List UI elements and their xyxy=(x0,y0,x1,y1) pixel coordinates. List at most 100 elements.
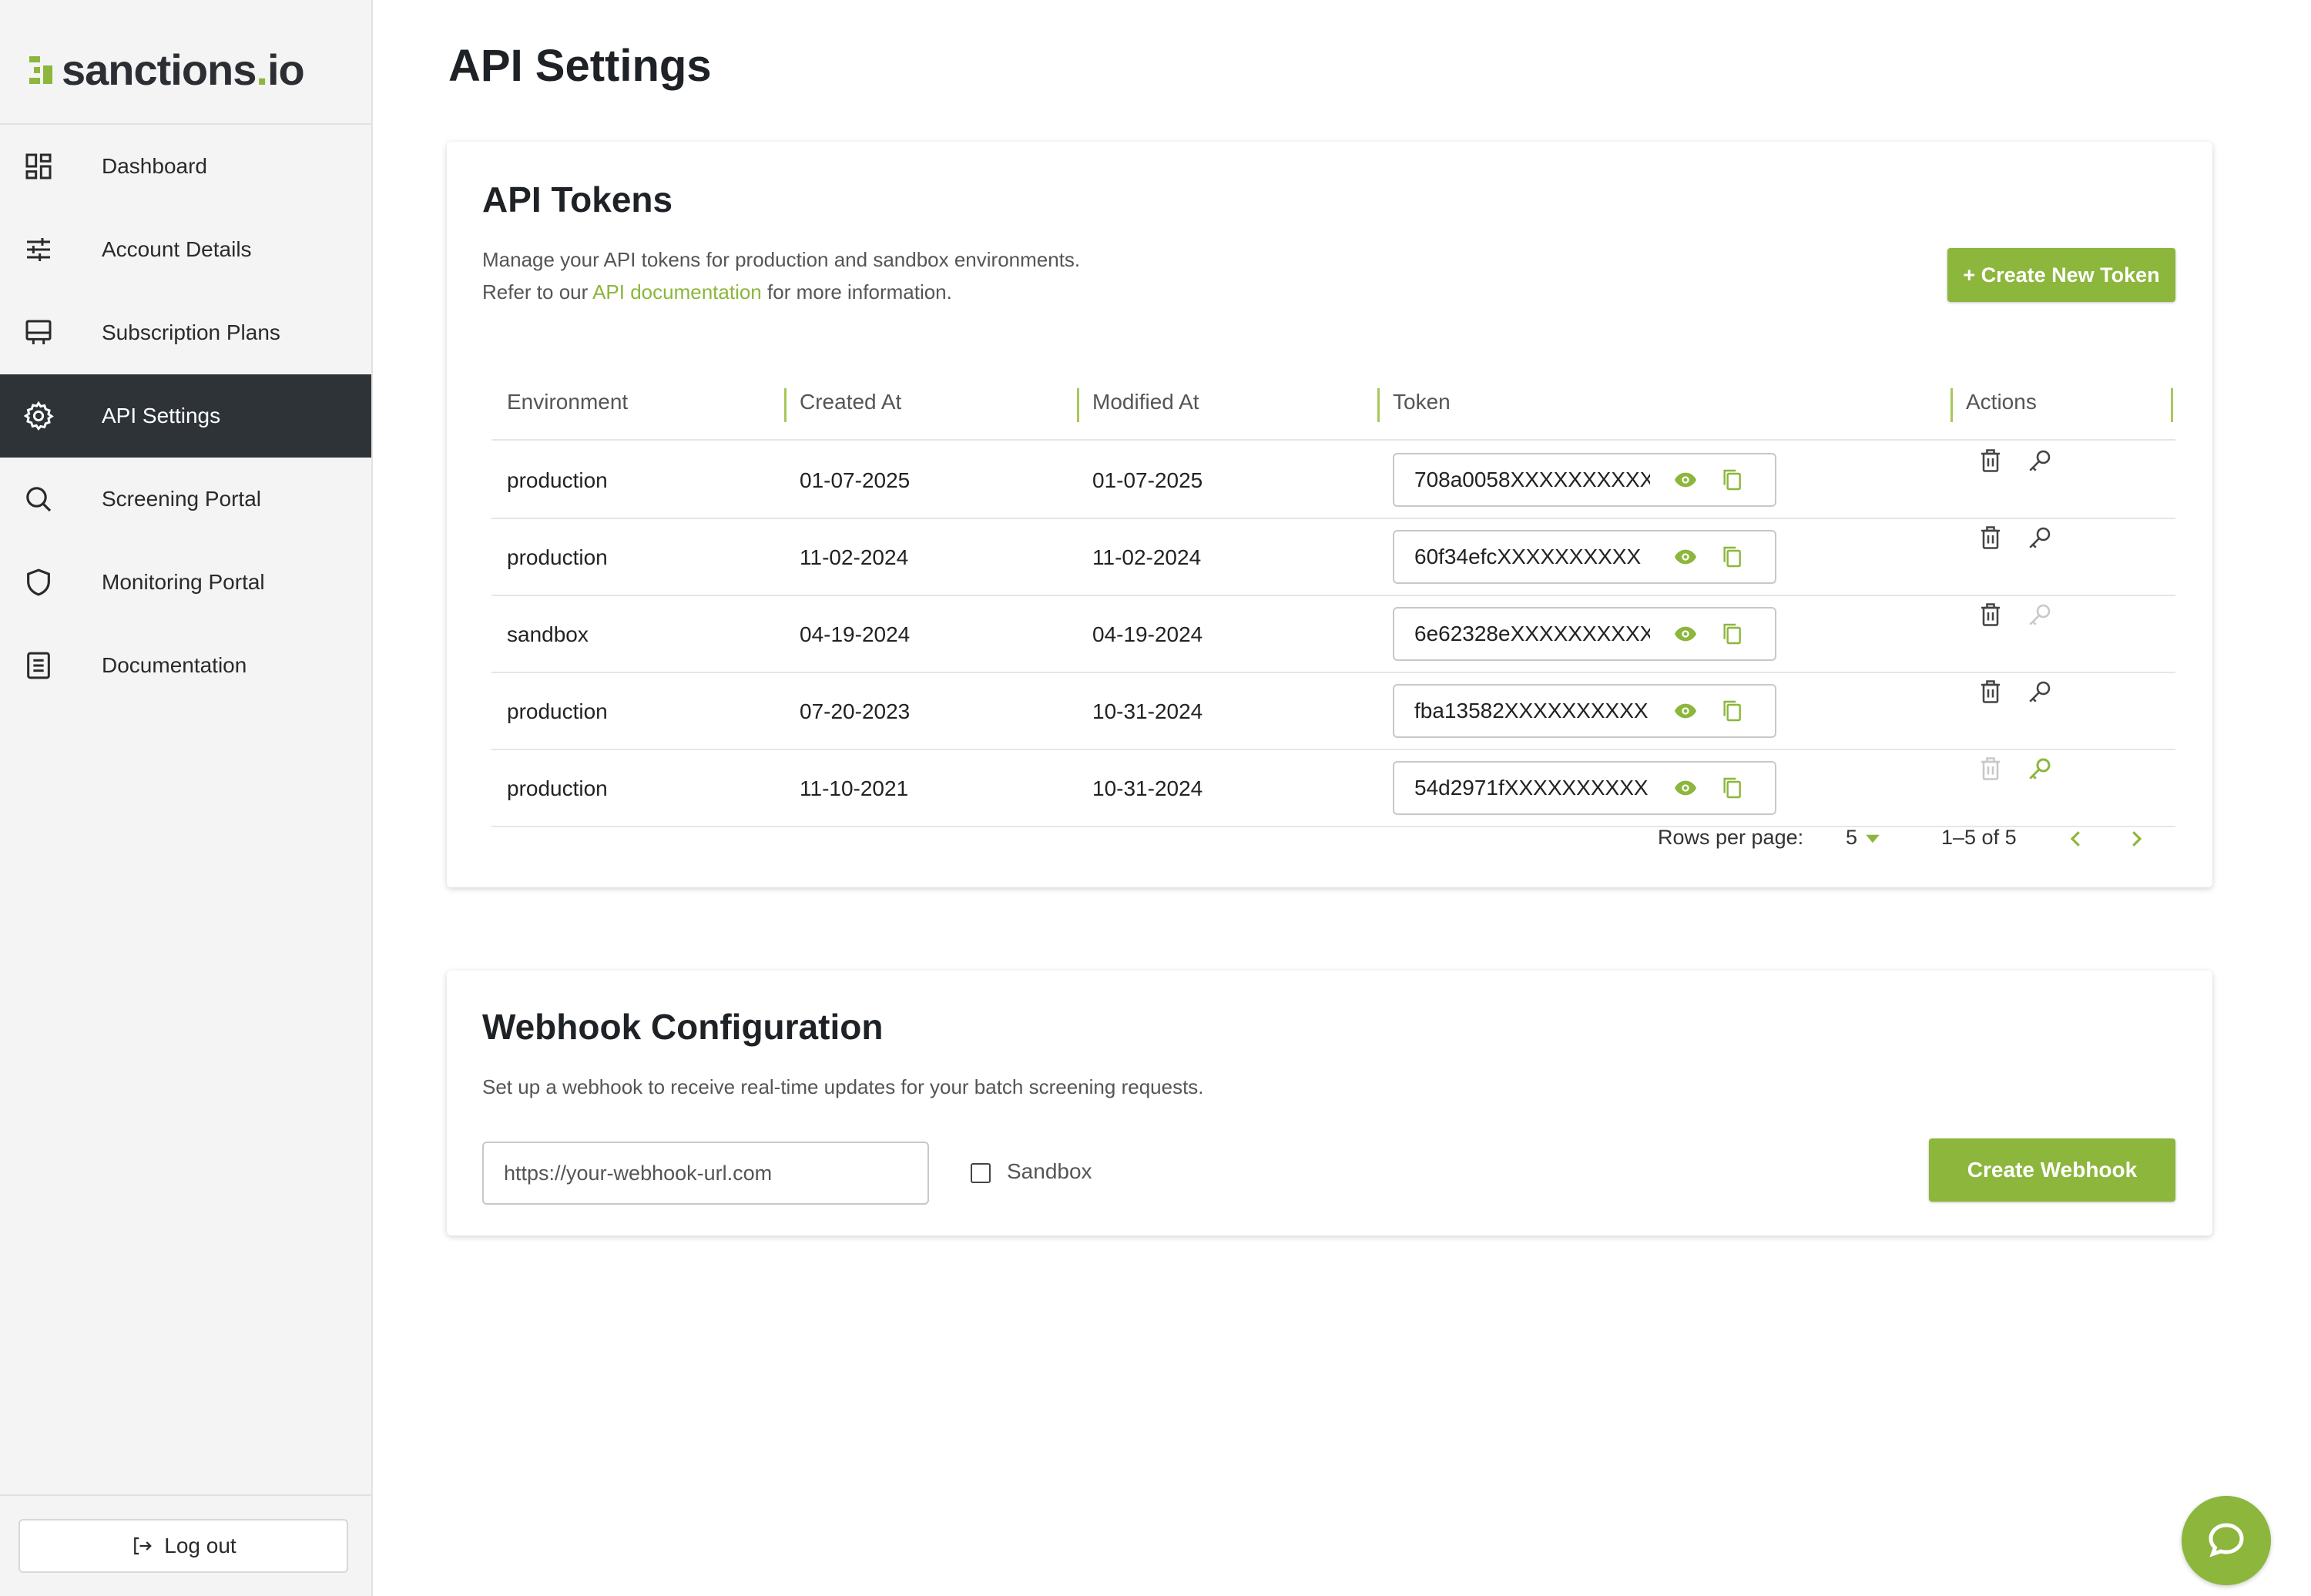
token-field[interactable]: 60f34efcXXXXXXXXXX xyxy=(1393,530,1776,584)
create-new-token-button[interactable]: + Create New Token xyxy=(1947,248,2175,302)
eye-icon[interactable] xyxy=(1673,545,1698,569)
key-icon[interactable] xyxy=(2026,445,2054,476)
api-tokens-desc-line1: Manage your API tokens for production an… xyxy=(482,248,1081,271)
document-icon xyxy=(22,649,55,682)
sidebar-item-label: Screening Portal xyxy=(102,487,262,511)
webhook-config-card: Webhook Configuration Set up a webhook t… xyxy=(447,971,2212,1236)
token-value: 60f34efcXXXXXXXXXX xyxy=(1414,545,1642,568)
token-field[interactable]: fba13582XXXXXXXXXX xyxy=(1393,684,1776,738)
api-tokens-title: API Tokens xyxy=(482,179,673,220)
sidebar-item-label: API Settings xyxy=(102,404,221,428)
eye-icon[interactable] xyxy=(1673,622,1698,646)
chat-bubble-icon xyxy=(2209,1523,2244,1557)
key-icon-active[interactable] xyxy=(2026,753,2054,784)
chevron-right-icon[interactable] xyxy=(2125,826,2148,852)
key-icon[interactable] xyxy=(2026,676,2054,707)
sidebar-item-documentation[interactable]: Documentation xyxy=(0,624,371,707)
create-webhook-button[interactable]: Create Webhook xyxy=(1929,1138,2175,1202)
brand-logo[interactable]: sanctions. io xyxy=(28,45,305,95)
cell-environment: production xyxy=(507,545,608,569)
eye-icon[interactable] xyxy=(1673,699,1698,723)
delete-icon[interactable] xyxy=(1977,599,2004,630)
copy-icon[interactable] xyxy=(1719,698,1744,724)
column-separator xyxy=(2171,388,2173,422)
token-value: 54d2971fXXXXXXXXXX xyxy=(1414,776,1649,800)
caret-down-icon[interactable] xyxy=(1864,833,1881,844)
cell-created-at: 04-19-2024 xyxy=(800,622,911,646)
logout-label: Log out xyxy=(164,1534,236,1557)
cell-created-at: 11-02-2024 xyxy=(800,545,909,569)
column-header-environment[interactable]: Environment xyxy=(507,364,628,441)
sidebar-item-api-settings[interactable]: API Settings xyxy=(0,374,371,458)
api-documentation-link[interactable]: API documentation xyxy=(592,280,762,303)
cell-created-at: 01-07-2025 xyxy=(800,468,911,492)
brand-dot: . xyxy=(256,45,268,94)
pagination-range: 1–5 of 5 xyxy=(1941,826,2017,849)
delete-icon[interactable] xyxy=(1977,676,2004,707)
sidebar-item-monitoring-portal[interactable]: Monitoring Portal xyxy=(0,541,371,624)
rows-per-page-label: Rows per page: xyxy=(1658,826,1804,849)
sandbox-checkbox[interactable] xyxy=(971,1163,991,1183)
chevron-left-icon[interactable] xyxy=(2064,826,2088,852)
desc-post: for more information. xyxy=(761,280,952,303)
sidebar-item-label: Subscription Plans xyxy=(102,320,280,344)
api-tokens-desc-line2: Refer to our API documentation for more … xyxy=(482,276,1080,308)
sidebar-item-subscription-plans[interactable]: Subscription Plans xyxy=(0,291,371,374)
token-field[interactable]: 6e62328eXXXXXXXXXX xyxy=(1393,607,1776,661)
copy-icon[interactable] xyxy=(1719,775,1744,801)
webhook-description: Set up a webhook to receive real-time up… xyxy=(482,1075,1204,1098)
sidebar-bottom-divider xyxy=(0,1494,373,1496)
eye-icon[interactable] xyxy=(1673,776,1698,800)
brand-suffix: io xyxy=(267,45,305,94)
delete-icon[interactable] xyxy=(1977,522,2004,553)
webhook-title: Webhook Configuration xyxy=(482,1007,884,1047)
sidebar: sanctions. io Dashboard Account Details S… xyxy=(0,0,373,1596)
sidebar-item-label: Dashboard xyxy=(102,154,207,178)
sidebar-item-dashboard[interactable]: Dashboard xyxy=(0,125,371,208)
table-row: sandbox 04-19-2024 04-19-2024 6e62328eXX… xyxy=(491,596,2175,673)
table-row: production 01-07-2025 01-07-2025 708a005… xyxy=(491,442,2175,519)
cell-modified-at: 11-02-2024 xyxy=(1092,545,1202,569)
copy-icon[interactable] xyxy=(1719,621,1744,647)
copy-icon[interactable] xyxy=(1719,467,1744,493)
cell-environment: production xyxy=(507,776,608,800)
cell-environment: production xyxy=(507,699,608,723)
token-field[interactable]: 54d2971fXXXXXXXXXX xyxy=(1393,761,1776,815)
card-icon xyxy=(22,316,55,350)
sidebar-item-account-details[interactable]: Account Details xyxy=(0,208,371,291)
tokens-table-header: Environment Created At Modified At Token… xyxy=(491,364,2175,441)
column-header-modified-at[interactable]: Modified At xyxy=(1092,364,1199,441)
cell-created-at: 11-10-2021 xyxy=(800,776,909,800)
sidebar-item-screening-portal[interactable]: Screening Portal xyxy=(0,458,371,541)
column-separator xyxy=(784,388,787,422)
brand-name: sanctions xyxy=(62,45,257,94)
help-chat-button[interactable] xyxy=(2182,1496,2271,1585)
brand-mark-icon xyxy=(29,55,52,84)
rows-per-page-select[interactable]: 5 xyxy=(1846,826,1857,850)
sidebar-item-label: Monitoring Portal xyxy=(102,570,265,594)
sliders-icon xyxy=(22,233,55,267)
page-title: API Settings xyxy=(448,41,712,91)
key-icon-disabled xyxy=(2029,604,2051,625)
webhook-url-input[interactable] xyxy=(482,1142,929,1205)
column-separator xyxy=(1950,388,1953,422)
eye-icon[interactable] xyxy=(1673,468,1698,492)
logout-button[interactable]: Log out xyxy=(18,1519,348,1573)
token-field[interactable]: 708a0058XXXXXXXXXX xyxy=(1393,453,1776,507)
logout-icon xyxy=(134,1537,153,1555)
api-tokens-card: API Tokens Manage your API tokens for pr… xyxy=(447,142,2212,887)
column-separator xyxy=(1377,388,1380,422)
key-icon[interactable] xyxy=(2026,522,2054,553)
table-row: production 07-20-2023 10-31-2024 fba1358… xyxy=(491,673,2175,750)
sandbox-label[interactable]: Sandbox xyxy=(1007,1159,1092,1184)
column-header-token[interactable]: Token xyxy=(1393,364,1451,441)
delete-icon[interactable] xyxy=(1977,445,2004,476)
column-header-created-at[interactable]: Created At xyxy=(800,364,901,441)
cell-modified-at: 01-07-2025 xyxy=(1092,468,1203,492)
column-header-actions: Actions xyxy=(1966,390,2037,414)
delete-icon-disabled xyxy=(1981,757,2000,780)
sidebar-item-label: Account Details xyxy=(102,237,252,261)
copy-icon[interactable] xyxy=(1719,544,1744,570)
shield-icon xyxy=(22,565,55,599)
token-value: 6e62328eXXXXXXXXXX xyxy=(1414,622,1650,645)
